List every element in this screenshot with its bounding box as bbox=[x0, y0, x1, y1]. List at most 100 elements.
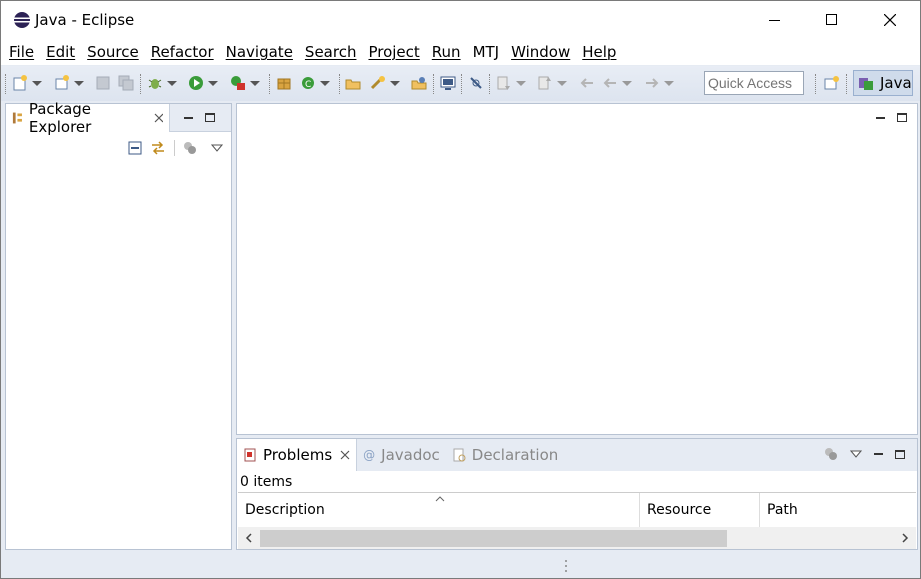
package-explorer-icon bbox=[12, 112, 22, 124]
search-button[interactable] bbox=[369, 72, 403, 94]
maximize-icon[interactable] bbox=[895, 449, 905, 459]
view-menu-chevron-icon[interactable] bbox=[211, 143, 223, 153]
console-button[interactable] bbox=[439, 72, 457, 94]
chevron-down-icon[interactable] bbox=[320, 80, 330, 86]
debug-button[interactable] bbox=[146, 72, 180, 94]
menu-refactor[interactable]: Refactor bbox=[146, 43, 219, 61]
minimize-icon[interactable] bbox=[184, 116, 193, 119]
close-icon bbox=[884, 14, 896, 26]
tab-label: Package Explorer bbox=[28, 100, 92, 136]
problems-window-controls bbox=[824, 447, 905, 461]
forward-arrow-icon bbox=[646, 78, 659, 88]
chevron-down-icon[interactable] bbox=[167, 80, 177, 86]
menu-navigate[interactable]: Navigate bbox=[221, 43, 298, 61]
new-button[interactable] bbox=[11, 72, 45, 94]
minimize-button[interactable] bbox=[746, 1, 804, 39]
menu-window[interactable]: Window bbox=[506, 43, 575, 61]
editor-area[interactable] bbox=[236, 103, 918, 435]
close-tab-icon[interactable] bbox=[154, 113, 163, 123]
maximize-icon bbox=[826, 14, 837, 25]
prev-annotation-button[interactable] bbox=[536, 72, 570, 94]
open-task-icon bbox=[411, 77, 427, 90]
focus-task-icon[interactable] bbox=[183, 141, 197, 155]
close-tab-icon[interactable] bbox=[340, 450, 350, 460]
tab-declaration[interactable]: Declaration bbox=[446, 441, 564, 469]
maximize-icon[interactable] bbox=[897, 113, 907, 122]
chevron-down-icon[interactable] bbox=[74, 80, 84, 86]
tab-package-explorer[interactable]: Package Explorer bbox=[6, 100, 170, 136]
javadoc-at-icon: @ bbox=[363, 448, 376, 462]
save-all-button[interactable] bbox=[117, 72, 135, 94]
scrollbar-thumb[interactable] bbox=[260, 530, 727, 547]
minimize-icon[interactable] bbox=[874, 453, 883, 455]
close-button[interactable] bbox=[861, 1, 919, 39]
column-description[interactable]: Description bbox=[238, 493, 640, 527]
toolbar-grip bbox=[5, 74, 6, 94]
new-class-button[interactable]: C bbox=[299, 72, 333, 94]
menu-project[interactable]: Project bbox=[363, 43, 424, 61]
toggle-mark-button[interactable] bbox=[467, 72, 485, 94]
new-java-package-button[interactable] bbox=[275, 72, 293, 94]
open-perspective-icon bbox=[824, 76, 839, 90]
chevron-down-icon[interactable] bbox=[250, 80, 260, 86]
scroll-right-arrow-icon[interactable] bbox=[900, 532, 910, 544]
menu-search[interactable]: Search bbox=[300, 43, 362, 61]
forward-button[interactable] bbox=[643, 72, 677, 94]
maximize-icon[interactable] bbox=[205, 113, 215, 122]
tab-javadoc[interactable]: @ Javadoc bbox=[357, 441, 446, 469]
menu-mtj[interactable]: MTJ bbox=[468, 43, 505, 61]
chevron-down-icon[interactable] bbox=[390, 80, 400, 86]
link-with-editor-icon[interactable] bbox=[150, 141, 166, 155]
maximize-button[interactable] bbox=[803, 1, 861, 39]
java-perspective-button[interactable]: Java bbox=[853, 70, 913, 96]
open-task-button[interactable] bbox=[410, 72, 428, 94]
collapse-all-icon[interactable] bbox=[128, 141, 142, 155]
editor-window-controls bbox=[876, 113, 907, 122]
menu-help[interactable]: Help bbox=[577, 43, 621, 61]
save-icon bbox=[96, 76, 110, 90]
chevron-down-icon[interactable] bbox=[664, 80, 674, 86]
minimize-icon[interactable] bbox=[876, 116, 885, 119]
prev-annotation-icon bbox=[538, 76, 551, 90]
quick-access-input[interactable] bbox=[704, 71, 804, 95]
column-resource[interactable]: Resource bbox=[640, 493, 760, 527]
new-package-button[interactable] bbox=[53, 72, 87, 94]
external-tools-icon bbox=[231, 76, 245, 90]
menu-run[interactable]: Run bbox=[427, 43, 466, 61]
chevron-down-icon[interactable] bbox=[622, 80, 632, 86]
scroll-left-arrow-icon[interactable] bbox=[244, 532, 254, 544]
chevron-down-icon[interactable] bbox=[516, 80, 526, 86]
window-title: Java - Eclipse bbox=[35, 11, 135, 29]
horizontal-scrollbar[interactable] bbox=[238, 527, 916, 549]
declaration-icon bbox=[453, 448, 466, 462]
open-type-button[interactable] bbox=[344, 72, 362, 94]
menu-source[interactable]: Source bbox=[82, 43, 144, 61]
toolbar-separator bbox=[489, 74, 490, 94]
last-edit-button[interactable] bbox=[578, 72, 596, 94]
menu-file[interactable]: File bbox=[4, 43, 39, 61]
save-button[interactable] bbox=[94, 72, 112, 94]
sort-ascending-icon bbox=[435, 496, 445, 502]
chevron-down-icon[interactable] bbox=[208, 80, 218, 86]
tab-problems[interactable]: Problems bbox=[237, 439, 358, 471]
java-perspective-icon bbox=[859, 78, 873, 90]
open-perspective-button[interactable] bbox=[823, 72, 841, 94]
toolbar-separator bbox=[461, 74, 462, 94]
perspective-label: Java bbox=[880, 74, 912, 92]
column-path[interactable]: Path bbox=[760, 493, 916, 527]
chevron-down-icon[interactable] bbox=[557, 80, 567, 86]
focus-task-icon[interactable] bbox=[824, 447, 838, 461]
package-explorer-actions bbox=[128, 140, 223, 156]
eclipse-window: Java - Eclipse File Edit Source Refactor… bbox=[0, 0, 921, 579]
back-button[interactable] bbox=[601, 72, 635, 94]
item-count: 0 items bbox=[240, 474, 293, 490]
run-button[interactable] bbox=[187, 72, 221, 94]
status-bar-grip-icon[interactable] bbox=[564, 559, 568, 573]
view-menu-chevron-icon[interactable] bbox=[850, 449, 862, 459]
external-tools-button[interactable] bbox=[229, 72, 263, 94]
menu-edit[interactable]: Edit bbox=[41, 43, 80, 61]
next-annotation-button[interactable] bbox=[495, 72, 529, 94]
toolbar-separator bbox=[339, 74, 340, 94]
chevron-down-icon[interactable] bbox=[32, 80, 42, 86]
toolbar-separator bbox=[815, 74, 816, 94]
